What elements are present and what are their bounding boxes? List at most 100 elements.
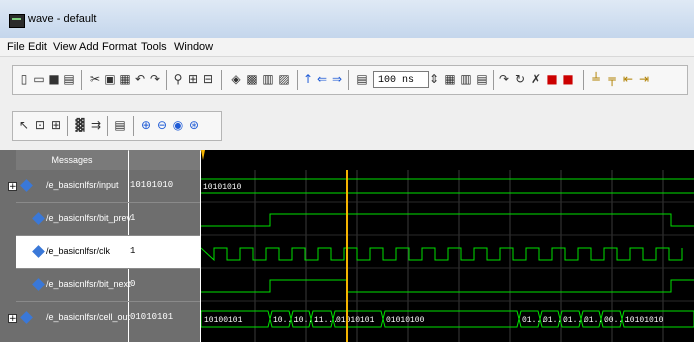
edit-mode-icon[interactable]: ⊞ bbox=[49, 118, 63, 133]
menu-format[interactable]: Format bbox=[102, 41, 137, 53]
save-icon[interactable]: ■ bbox=[47, 72, 61, 87]
zoom-cursor-icon[interactable]: ⊛ bbox=[187, 118, 201, 133]
select-mode-icon[interactable]: ↖ bbox=[17, 118, 31, 133]
wave-bit-prev bbox=[201, 213, 694, 227]
restart-sim-icon[interactable]: ■ bbox=[561, 72, 575, 87]
run-icon[interactable]: ▦ bbox=[443, 72, 457, 87]
wave-cell-out-label: 10100101 bbox=[204, 316, 243, 325]
signal-icon bbox=[32, 245, 45, 258]
insert-cursor-icon[interactable]: ╧ bbox=[589, 72, 603, 87]
step-into-icon[interactable]: ↷ bbox=[497, 72, 511, 87]
menu-add[interactable]: Add bbox=[79, 41, 99, 53]
bookmark-icon[interactable]: ⇉ bbox=[89, 118, 103, 133]
paste-icon[interactable]: ▦ bbox=[118, 72, 132, 87]
zoom-in-icon[interactable]: ⊕ bbox=[139, 118, 153, 133]
menu-tools[interactable]: Tools bbox=[141, 41, 167, 53]
menu-file[interactable]: File bbox=[7, 41, 25, 53]
signal-value: 01010101 bbox=[130, 312, 174, 322]
toolbar-separator bbox=[493, 70, 494, 90]
run-all-icon[interactable]: ▤ bbox=[475, 72, 489, 87]
wave-bit-next bbox=[201, 279, 694, 293]
signal-row-cell-out[interactable]: + /e_basicnlfsr/cell_out 01010101 bbox=[8, 302, 200, 334]
delete-cursor-icon[interactable]: ╤ bbox=[605, 72, 619, 87]
up-arrow-icon[interactable]: ↑ bbox=[301, 72, 315, 87]
waveform-traces: 1010101010100101 10...10...11...01010101 0… bbox=[200, 178, 694, 328]
signal-value: 0 bbox=[130, 279, 136, 289]
toolbar-row-2: ↖ ⊡ ⊞ ▓ ⇉ ▤ ⊕ ⊖ ◉ ⊛ bbox=[12, 111, 222, 141]
break-icon[interactable]: ▥ bbox=[261, 72, 275, 87]
menu-bar: File Edit View Add Format Tools Window bbox=[0, 38, 694, 57]
toolbar-separator bbox=[67, 116, 68, 136]
signal-row-bit-prev[interactable]: /e_basicnlfsr/bit_prev 1 bbox=[16, 203, 200, 235]
step-over-icon[interactable]: ↻ bbox=[513, 72, 527, 87]
toolbar-separator bbox=[297, 70, 298, 90]
copy-icon[interactable]: ▣ bbox=[103, 72, 117, 87]
simulate-icon[interactable]: ▩ bbox=[245, 72, 259, 87]
previous-edge-icon[interactable]: ⇤ bbox=[621, 72, 635, 87]
redo-icon[interactable]: ↷ bbox=[148, 72, 162, 87]
forward-arrow-icon[interactable]: ⇒ bbox=[330, 72, 344, 87]
open-file-icon[interactable]: ▭ bbox=[32, 72, 46, 87]
wave-cell-out-label: 01010101 bbox=[336, 316, 375, 325]
signal-row-input[interactable]: + /e_basicnlfsr/input 10101010 bbox=[8, 170, 200, 202]
break-execution-icon[interactable]: ✗ bbox=[529, 72, 543, 87]
new-file-icon[interactable]: ▯ bbox=[17, 72, 31, 87]
toolbar-row-1: ▯ ▭ ■ ▤ ✂ ▣ ▦ ↶ ↷ ⚲ ⊞ ⊟ ◈ ▩ ▥ ▨ ↑ ⇐ ⇒ ▤ … bbox=[12, 65, 688, 95]
stop-icon[interactable]: ■ bbox=[545, 72, 559, 87]
signal-icon bbox=[32, 278, 45, 291]
continue-run-icon[interactable]: ▥ bbox=[459, 72, 473, 87]
menu-window[interactable]: Window bbox=[174, 41, 213, 53]
toolbar-separator bbox=[583, 70, 584, 90]
toolbar-separator bbox=[221, 70, 222, 90]
cursor-flag-icon bbox=[201, 150, 205, 160]
wave-compare-icon[interactable]: ▓ bbox=[73, 118, 87, 133]
toolbar-separator bbox=[81, 70, 82, 90]
wave-window: Messages + /e_basicnlfsr/input 10101010 … bbox=[0, 150, 694, 342]
menu-edit[interactable]: Edit bbox=[28, 41, 47, 53]
main-toolbar: ▯ ▭ ■ ▤ ✂ ▣ ▦ ↶ ↷ ⚲ ⊞ ⊟ ◈ ▩ ▥ ▨ ↑ ⇐ ⇒ ▤ … bbox=[0, 57, 694, 104]
back-arrow-icon[interactable]: ⇐ bbox=[315, 72, 329, 87]
zoom-mode-icon[interactable]: ⊡ bbox=[33, 118, 47, 133]
signal-value: 10101010 bbox=[130, 180, 174, 190]
toolbar-separator bbox=[166, 70, 167, 90]
bus-signal-icon bbox=[20, 311, 33, 324]
wave-cell-out-label: 10101010 bbox=[625, 316, 664, 325]
run-length-spinner-icon[interactable]: ⇕ bbox=[429, 72, 439, 87]
compile-icon[interactable]: ◈ bbox=[229, 72, 243, 87]
find-icon[interactable]: ⚲ bbox=[171, 72, 185, 87]
zoom-out-icon[interactable]: ⊖ bbox=[155, 118, 169, 133]
messages-header: Messages bbox=[16, 150, 128, 170]
values-header bbox=[129, 150, 200, 170]
cursor-marker-header bbox=[201, 150, 205, 160]
group-icon[interactable]: ⊟ bbox=[201, 72, 215, 87]
toolbar-separator bbox=[107, 116, 108, 136]
run-length-input[interactable]: 100 ns bbox=[373, 71, 429, 88]
undo-icon[interactable]: ↶ bbox=[133, 72, 147, 87]
signal-row-bit-next[interactable]: /e_basicnlfsr/bit_next 0 bbox=[16, 269, 200, 301]
bus-signal-icon bbox=[20, 179, 33, 192]
restart-icon[interactable]: ▨ bbox=[277, 72, 291, 87]
print-icon[interactable]: ▤ bbox=[62, 72, 76, 87]
expand-icon[interactable]: + bbox=[8, 314, 17, 324]
toolbar-separator bbox=[133, 116, 134, 136]
wave-input-label: 10101010 bbox=[203, 183, 242, 192]
wave-time-header bbox=[201, 150, 694, 170]
zoom-full-icon[interactable]: ◉ bbox=[171, 118, 185, 133]
waveform-canvas[interactable]: 1010101010100101 10...10...11...01010101 0… bbox=[200, 170, 694, 342]
signal-name: /e_basicnlfsr/bit_prev bbox=[46, 213, 132, 223]
toolbar-separator bbox=[348, 70, 349, 90]
waveform-pane[interactable]: 10101010 10100101 10... 10... 11... 01010101 0… bbox=[200, 170, 694, 342]
run-length-icon[interactable]: ▤ bbox=[355, 72, 369, 87]
dataflow-icon[interactable]: ▤ bbox=[113, 118, 127, 133]
signal-name: /e_basicnlfsr/input bbox=[46, 180, 119, 190]
next-edge-icon[interactable]: ⇥ bbox=[637, 72, 651, 87]
signal-value: 1 bbox=[130, 246, 136, 256]
menu-view[interactable]: View bbox=[53, 41, 77, 53]
signal-row-clk[interactable]: /e_basicnlfsr/clk 1 bbox=[16, 236, 200, 268]
signal-name: /e_basicnlfsr/cell_out bbox=[46, 312, 131, 322]
signal-name: /e_basicnlfsr/bit_next bbox=[46, 279, 131, 289]
cut-icon[interactable]: ✂ bbox=[88, 72, 102, 87]
expand-icon[interactable]: + bbox=[8, 182, 17, 192]
insert-divider-icon[interactable]: ⊞ bbox=[186, 72, 200, 87]
signal-name: /e_basicnlfsr/clk bbox=[46, 246, 111, 256]
